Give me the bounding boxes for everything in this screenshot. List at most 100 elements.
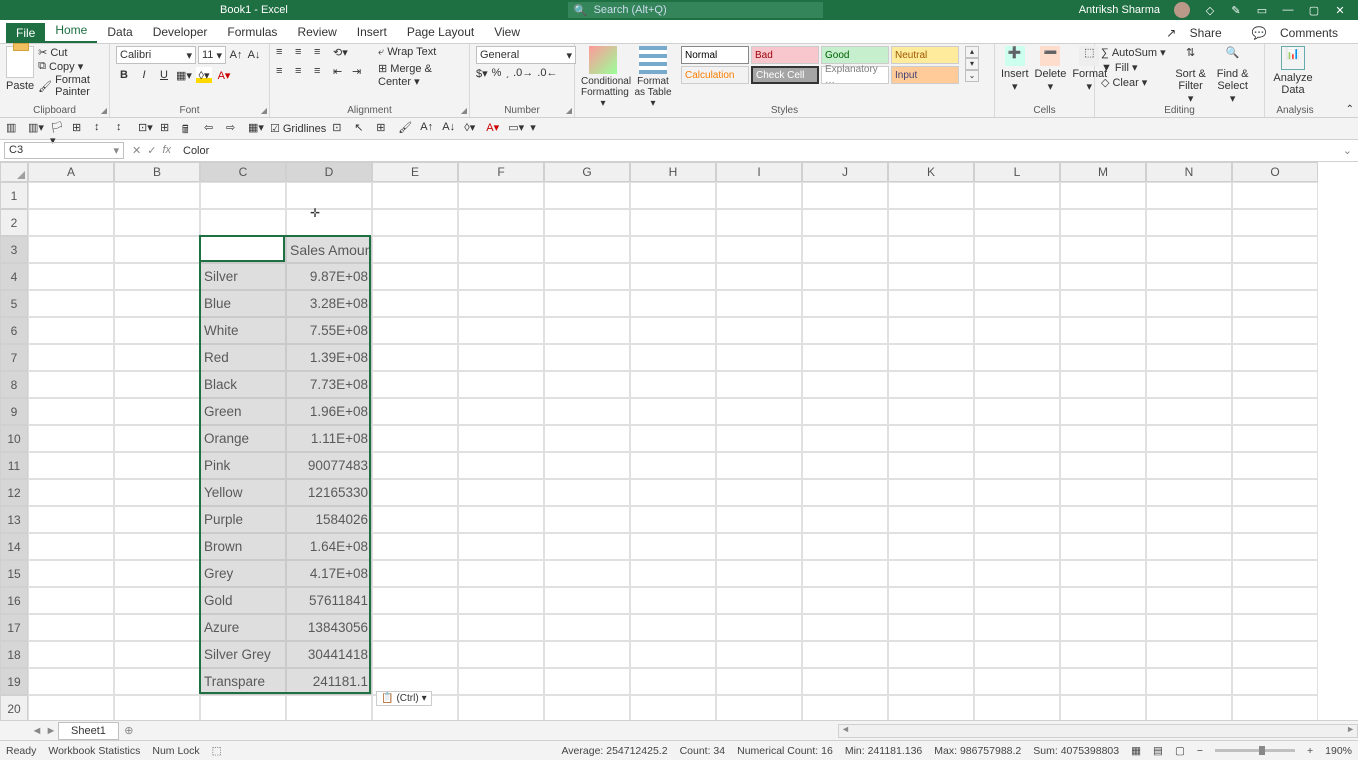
row-header-11[interactable]: 11 <box>0 452 28 479</box>
border-button[interactable]: ▦▾ <box>176 67 192 83</box>
cell-E16[interactable] <box>372 587 458 614</box>
column-header-J[interactable]: J <box>802 162 888 182</box>
sheet-nav-prev[interactable]: ◄ <box>30 725 44 737</box>
cell-E15[interactable] <box>372 560 458 587</box>
cell-I10[interactable] <box>716 425 802 452</box>
cell-L7[interactable] <box>974 344 1060 371</box>
cell-L2[interactable] <box>974 209 1060 236</box>
cell-M15[interactable] <box>1060 560 1146 587</box>
cell-A2[interactable] <box>28 209 114 236</box>
cell-N12[interactable] <box>1146 479 1232 506</box>
align-left-button[interactable]: ≡ <box>276 65 292 81</box>
format-as-table-button[interactable]: Format as Table▾ <box>631 46 675 109</box>
column-header-G[interactable]: G <box>544 162 630 182</box>
cell-H6[interactable] <box>630 317 716 344</box>
align-right-button[interactable]: ≡ <box>314 65 330 81</box>
cell-B11[interactable] <box>114 452 200 479</box>
cell-G17[interactable] <box>544 614 630 641</box>
cell-N1[interactable] <box>1146 182 1232 209</box>
column-header-B[interactable]: B <box>114 162 200 182</box>
cell-N4[interactable] <box>1146 263 1232 290</box>
cell-N6[interactable] <box>1146 317 1232 344</box>
sheet-nav-next[interactable]: ► <box>44 725 58 737</box>
cell-E12[interactable] <box>372 479 458 506</box>
cell-E3[interactable] <box>372 236 458 263</box>
gridlines-checkbox[interactable]: ☑Gridlines <box>270 122 326 135</box>
cell-L17[interactable] <box>974 614 1060 641</box>
number-dialog-launcher[interactable]: ◢ <box>566 106 572 115</box>
cell-N15[interactable] <box>1146 560 1232 587</box>
cell-G20[interactable] <box>544 695 630 720</box>
cell-N3[interactable] <box>1146 236 1232 263</box>
row-header-14[interactable]: 14 <box>0 533 28 560</box>
cell-G4[interactable] <box>544 263 630 290</box>
align-bottom-button[interactable]: ≡ <box>314 46 330 62</box>
increase-font-button[interactable]: A↑ <box>228 47 244 63</box>
cell-E17[interactable] <box>372 614 458 641</box>
cell-A6[interactable] <box>28 317 114 344</box>
fill-color-button[interactable]: ◊▾ <box>196 67 212 83</box>
cell-H14[interactable] <box>630 533 716 560</box>
cell-C19[interactable]: Transpare <box>200 668 286 695</box>
cut-button[interactable]: ✂Cut <box>38 46 103 59</box>
cell-K16[interactable] <box>888 587 974 614</box>
close-icon[interactable]: ✕ <box>1334 4 1346 16</box>
cell-L1[interactable] <box>974 182 1060 209</box>
cell-styles-gallery[interactable]: NormalBadGoodNeutralCalculationCheck Cel… <box>681 46 959 84</box>
cell-D1[interactable] <box>286 182 372 209</box>
cell-J1[interactable] <box>802 182 888 209</box>
row-header-19[interactable]: 19 <box>0 668 28 695</box>
cell-K13[interactable] <box>888 506 974 533</box>
cell-C11[interactable]: Pink <box>200 452 286 479</box>
cell-K1[interactable] <box>888 182 974 209</box>
cell-D13[interactable]: 1584026 <box>286 506 372 533</box>
cell-K7[interactable] <box>888 344 974 371</box>
cell-G16[interactable] <box>544 587 630 614</box>
cell-F7[interactable] <box>458 344 544 371</box>
cell-H17[interactable] <box>630 614 716 641</box>
bold-button[interactable]: B <box>116 67 132 83</box>
cell-J10[interactable] <box>802 425 888 452</box>
cell-O10[interactable] <box>1232 425 1318 452</box>
cell-J8[interactable] <box>802 371 888 398</box>
cell-A10[interactable] <box>28 425 114 452</box>
cell-L16[interactable] <box>974 587 1060 614</box>
cell-H10[interactable] <box>630 425 716 452</box>
column-header-L[interactable]: L <box>974 162 1060 182</box>
cell-I6[interactable] <box>716 317 802 344</box>
cell-M4[interactable] <box>1060 263 1146 290</box>
cell-A1[interactable] <box>28 182 114 209</box>
cell-B19[interactable] <box>114 668 200 695</box>
cell-K15[interactable] <box>888 560 974 587</box>
cell-D3[interactable]: Sales Amount <box>286 236 372 263</box>
cell-N9[interactable] <box>1146 398 1232 425</box>
cell-H13[interactable] <box>630 506 716 533</box>
cell-B6[interactable] <box>114 317 200 344</box>
cell-D12[interactable]: 12165330 <box>286 479 372 506</box>
cell-A17[interactable] <box>28 614 114 641</box>
cell-D19[interactable]: 241181.1 <box>286 668 372 695</box>
cell-B5[interactable] <box>114 290 200 317</box>
cell-D2[interactable] <box>286 209 372 236</box>
font-color-button[interactable]: A▾ <box>216 67 232 83</box>
diamond-icon[interactable]: ◇ <box>1204 4 1216 16</box>
column-header-H[interactable]: H <box>630 162 716 182</box>
cell-F19[interactable] <box>458 668 544 695</box>
cell-F18[interactable] <box>458 641 544 668</box>
qat-icon-10[interactable]: ⇦ <box>204 121 220 137</box>
style-gallery-up[interactable]: ▴ <box>965 46 979 58</box>
tab-data[interactable]: Data <box>97 21 142 43</box>
cell-K10[interactable] <box>888 425 974 452</box>
qat-icon-21[interactable]: ▭▾ <box>508 121 524 137</box>
cell-D7[interactable]: 1.39E+08 <box>286 344 372 371</box>
cell-H20[interactable] <box>630 695 716 720</box>
insert-cells-button[interactable]: ➕Insert▾ <box>1001 46 1029 93</box>
cell-O8[interactable] <box>1232 371 1318 398</box>
cell-M12[interactable] <box>1060 479 1146 506</box>
qat-icon-18[interactable]: A↓ <box>442 121 458 137</box>
tab-file[interactable]: File <box>6 23 45 43</box>
cell-O2[interactable] <box>1232 209 1318 236</box>
cell-E14[interactable] <box>372 533 458 560</box>
qat-icon-12[interactable]: ▦▾ <box>248 121 264 137</box>
cell-O5[interactable] <box>1232 290 1318 317</box>
